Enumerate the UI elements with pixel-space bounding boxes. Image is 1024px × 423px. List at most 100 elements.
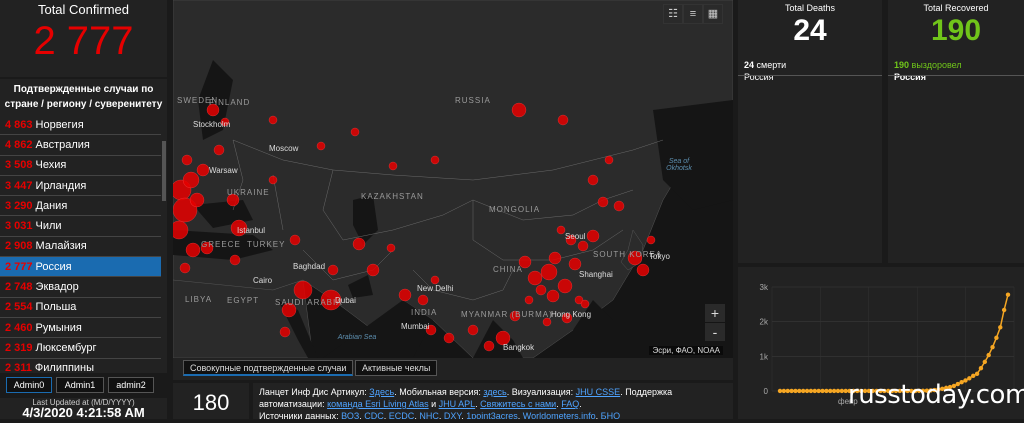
case-bubble[interactable]	[430, 155, 440, 165]
tab-admin2[interactable]: admin2	[108, 377, 154, 393]
case-bubble[interactable]	[524, 295, 534, 305]
country-row[interactable]: 2 460 Румыния	[0, 318, 161, 339]
case-bubble[interactable]	[556, 225, 566, 235]
tab-active-cases[interactable]: Активные чеклы	[355, 360, 438, 376]
case-bubble[interactable]	[268, 115, 278, 125]
case-bubble[interactable]	[580, 299, 590, 309]
chart-point[interactable]	[994, 335, 999, 341]
link-jhu-apl[interactable]: JHU APL	[439, 399, 476, 409]
country-row[interactable]: 3 447 Ирландия	[0, 176, 161, 197]
chart-point[interactable]	[781, 388, 787, 394]
link-1point3acres[interactable]: 1point3acres	[466, 411, 518, 419]
case-bubble[interactable]	[327, 264, 339, 276]
case-bubble[interactable]	[181, 154, 193, 166]
case-bubble[interactable]	[352, 237, 366, 251]
case-bubble[interactable]	[557, 278, 573, 294]
country-row[interactable]: 3 290 Дания	[0, 196, 161, 217]
case-bubble[interactable]	[604, 155, 614, 165]
link-contact[interactable]: Свяжитесь с нами	[480, 399, 556, 409]
country-row[interactable]: 3 508 Чехия	[0, 156, 161, 176]
tab-admin0[interactable]: Admin0	[6, 377, 52, 393]
country-row[interactable]: 2 554 Польша	[0, 298, 161, 318]
case-bubble[interactable]	[548, 251, 562, 265]
link-worldometers[interactable]: Worldometers.info	[523, 411, 596, 419]
chart-point[interactable]	[804, 388, 810, 394]
country-row[interactable]: 2 748 Эквадор	[0, 277, 161, 298]
chart-point[interactable]	[978, 365, 984, 371]
link-bno[interactable]: БНО	[601, 411, 620, 419]
case-bubble[interactable]	[388, 161, 398, 171]
chart-point[interactable]	[835, 388, 841, 394]
link-jhu-csse[interactable]: JHU CSSE	[576, 387, 621, 397]
country-row[interactable]: 4 862 Австралия	[0, 135, 161, 156]
link-faq[interactable]: FAQ	[561, 399, 579, 409]
chart-point[interactable]	[986, 352, 991, 358]
case-bubble[interactable]	[196, 163, 210, 177]
case-bubble[interactable]	[366, 263, 380, 277]
case-bubble[interactable]	[268, 175, 278, 185]
case-bubble[interactable]	[279, 326, 291, 338]
bookmark-icon[interactable]: ☷	[663, 4, 683, 24]
chart-point[interactable]	[839, 388, 845, 394]
case-bubble[interactable]	[293, 280, 313, 300]
case-bubble[interactable]	[511, 102, 527, 118]
map-view[interactable]: RUSSIA KAZAKHSTAN MONGOLIA CHINA INDIA F…	[173, 0, 733, 358]
chart-point[interactable]	[971, 373, 976, 379]
chart-point[interactable]	[824, 388, 829, 394]
case-bubble[interactable]	[182, 171, 200, 189]
chart-point[interactable]	[812, 388, 817, 394]
case-bubble[interactable]	[483, 340, 495, 352]
case-bubble[interactable]	[430, 275, 440, 285]
link-mobile[interactable]: здесь	[483, 387, 506, 397]
country-row[interactable]: 3 031 Чили	[0, 216, 161, 237]
link-dxy[interactable]: DXY	[444, 411, 461, 419]
link-esri[interactable]: команда Esri Living Atlas	[327, 399, 429, 409]
case-bubble[interactable]	[597, 196, 609, 208]
country-row[interactable]: 4 863 Норвегия	[0, 115, 161, 136]
country-row[interactable]: 2 777 Россия	[0, 257, 161, 278]
case-bubble[interactable]	[229, 254, 241, 266]
link-cdc[interactable]: CDC	[364, 411, 384, 419]
chart-point[interactable]	[777, 388, 783, 394]
country-row[interactable]: 2 908 Малайзия	[0, 237, 161, 258]
list-icon[interactable]: ≡	[683, 4, 703, 24]
zoom-out-button[interactable]: -	[705, 323, 725, 341]
link-ecdc[interactable]: ECDC	[389, 411, 415, 419]
chart-point[interactable]	[789, 388, 794, 394]
link-lancet[interactable]: Здесь	[369, 387, 394, 397]
case-bubble[interactable]	[417, 294, 429, 306]
case-bubble[interactable]	[535, 284, 547, 296]
chart-point[interactable]	[793, 388, 798, 394]
case-bubble[interactable]	[646, 235, 656, 245]
case-bubble[interactable]	[527, 270, 543, 286]
chart-point[interactable]	[800, 388, 806, 394]
link-nhc[interactable]: NHC	[419, 411, 439, 419]
tab-admin1[interactable]: Admin1	[56, 377, 104, 393]
case-bubble[interactable]	[568, 257, 582, 271]
case-bubble[interactable]	[386, 243, 396, 253]
case-bubble[interactable]	[613, 200, 625, 212]
case-bubble[interactable]	[398, 288, 412, 302]
case-bubble[interactable]	[467, 324, 479, 336]
chart-point[interactable]	[820, 388, 825, 394]
tab-cumulative-cases[interactable]: Совокупные подтвержденные случаи	[183, 360, 354, 376]
case-bubble[interactable]	[316, 141, 326, 151]
case-bubble[interactable]	[179, 262, 191, 274]
case-bubble[interactable]	[350, 127, 360, 137]
chart-point[interactable]	[828, 388, 833, 394]
chart-point[interactable]	[831, 388, 837, 394]
link-who[interactable]: ВОЗ	[341, 411, 359, 419]
chart-point[interactable]	[785, 388, 790, 394]
case-bubble[interactable]	[577, 240, 589, 252]
case-bubble[interactable]	[546, 289, 560, 303]
grid-icon[interactable]: ▦	[703, 4, 723, 24]
chart-point[interactable]	[816, 388, 821, 394]
chart-point[interactable]	[797, 388, 802, 394]
country-row[interactable]: 2 311 Филиппины	[0, 359, 161, 373]
country-row[interactable]: 2 319 Люксембург	[0, 338, 161, 359]
chart-point[interactable]	[808, 388, 814, 394]
chart-point[interactable]	[998, 325, 1003, 330]
case-bubble[interactable]	[542, 317, 552, 327]
case-bubble[interactable]	[443, 332, 455, 344]
case-bubble[interactable]	[636, 263, 650, 277]
